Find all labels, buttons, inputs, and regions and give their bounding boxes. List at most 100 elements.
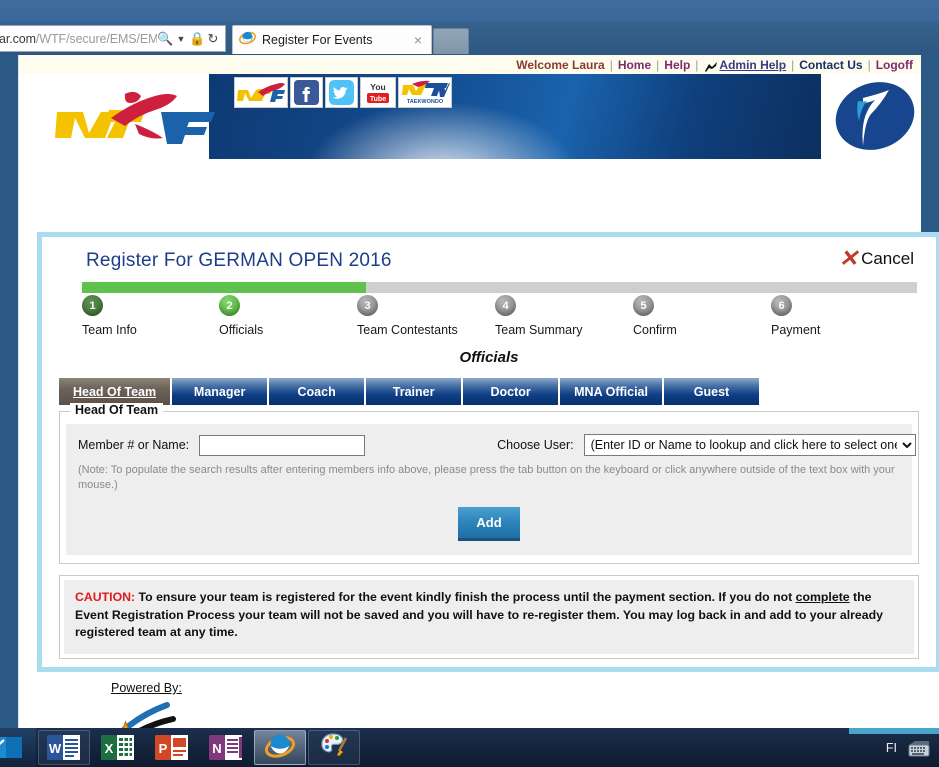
nav-link-admin-help[interactable]: Admin Help bbox=[719, 58, 786, 72]
web-page: Welcome Laura | Home | Help | Admin Help… bbox=[18, 55, 939, 728]
word-icon: W bbox=[47, 734, 81, 761]
step-label: Team Contestants bbox=[357, 323, 458, 337]
window-title-text bbox=[430, 3, 550, 17]
step-officials[interactable]: 2 Officials bbox=[219, 295, 263, 337]
step-payment[interactable]: 6 Payment bbox=[771, 295, 820, 337]
member-number-label: Member # or Name: bbox=[78, 438, 190, 452]
tab-head-of-team[interactable]: Head Of Team bbox=[59, 378, 172, 405]
address-bar[interactable]: ar.com/WTF/secure/EMS/EM! 🔍 ▼ 🔒 ↻ bbox=[0, 25, 226, 52]
taskbar-paint[interactable] bbox=[308, 730, 360, 765]
step-confirm[interactable]: 5 Confirm bbox=[633, 295, 677, 337]
caution-emphasis: complete bbox=[795, 589, 850, 604]
nav-separator: | bbox=[609, 57, 613, 72]
youtube-icon[interactable]: You Tube bbox=[360, 77, 396, 108]
nav-separator: | bbox=[791, 57, 795, 72]
taskbar-powerpoint[interactable]: P bbox=[146, 730, 198, 765]
svg-text:P: P bbox=[159, 741, 168, 756]
wtf-small-logo-badge[interactable] bbox=[234, 77, 288, 108]
paint-icon bbox=[319, 731, 349, 764]
utility-nav: Welcome Laura | Home | Help | Admin Help… bbox=[19, 55, 921, 74]
step-badge: 2 bbox=[219, 295, 240, 316]
step-label: Officials bbox=[219, 323, 264, 337]
progress-track bbox=[82, 282, 917, 293]
svg-text:X: X bbox=[105, 741, 114, 756]
choose-user-label: Choose User: bbox=[497, 438, 574, 452]
step-badge: 6 bbox=[771, 295, 792, 316]
nav-link-logoff[interactable]: Logoff bbox=[876, 58, 913, 72]
progress-fill bbox=[82, 282, 366, 293]
nav-link-contact-us[interactable]: Contact Us bbox=[799, 58, 862, 72]
window-title-bar bbox=[0, 0, 939, 22]
wtf-tv-icon[interactable]: TAEKWONDO bbox=[398, 77, 452, 108]
nav-separator: | bbox=[656, 57, 660, 72]
taskbar-corner-accent bbox=[849, 728, 939, 734]
add-button[interactable]: Add bbox=[458, 506, 520, 541]
choose-user-select[interactable]: (Enter ID or Name to lookup and click he… bbox=[583, 434, 916, 456]
keyboard-icon[interactable] bbox=[907, 739, 930, 757]
browser-chrome: ar.com/WTF/secure/EMS/EM! 🔍 ▼ 🔒 ↻ Regist… bbox=[0, 0, 939, 55]
windows-taskbar: W X P N FI bbox=[0, 728, 939, 767]
browser-tab-title: Register For Events bbox=[262, 33, 373, 47]
cancel-button-label: Cancel bbox=[861, 248, 914, 268]
taekwondo-kick-icon bbox=[703, 60, 719, 74]
nav-separator: | bbox=[695, 57, 699, 72]
refresh-icon[interactable]: ↻ bbox=[205, 31, 221, 47]
step-team-summary[interactable]: 4 Team Summary bbox=[495, 295, 583, 337]
registration-card: Register For GERMAN OPEN 2016 ✕ Cancel 1… bbox=[37, 232, 939, 707]
tab-manager[interactable]: Manager bbox=[172, 378, 269, 405]
taskbar-start-area[interactable] bbox=[0, 728, 36, 767]
member-lookup-row: Member # or Name: Choose User: (Enter ID… bbox=[78, 434, 916, 456]
tab-mna-official[interactable]: MNA Official bbox=[560, 378, 663, 405]
nav-link-home[interactable]: Home bbox=[618, 58, 651, 72]
tab-trainer[interactable]: Trainer bbox=[366, 378, 463, 405]
step-team-contestants[interactable]: 3 Team Contestants bbox=[357, 295, 458, 337]
step-label: Team Summary bbox=[495, 323, 583, 337]
powerpoint-icon: P bbox=[155, 734, 189, 761]
page-title: Register For GERMAN OPEN 2016 bbox=[86, 250, 392, 271]
taskbar-word[interactable]: W bbox=[38, 730, 90, 765]
excel-icon: X bbox=[101, 734, 135, 761]
step-team-info[interactable]: 1 Team Info bbox=[82, 295, 137, 337]
nav-link-help[interactable]: Help bbox=[664, 58, 690, 72]
officials-tab-row: Head Of Team Manager Coach Trainer Docto… bbox=[59, 378, 922, 405]
section-heading: Officials bbox=[459, 349, 519, 366]
taskbar-items: W X P N bbox=[36, 728, 360, 767]
browser-tab-register-for-events[interactable]: Register For Events × bbox=[232, 25, 432, 54]
tab-coach[interactable]: Coach bbox=[269, 378, 366, 405]
site-footer: Powered By: HANGASTAR bbox=[37, 672, 939, 728]
wtf-logo bbox=[49, 88, 219, 148]
facebook-icon[interactable] bbox=[290, 77, 323, 108]
progress-bar: 1 Team Info 2 Officials 3 Team Contestan… bbox=[82, 282, 917, 337]
svg-text:Tube: Tube bbox=[370, 96, 386, 103]
step-label: Confirm bbox=[633, 323, 677, 337]
magnifier-icon[interactable]: 🔍 bbox=[157, 31, 173, 47]
social-badges: You Tube TAEKWONDO bbox=[234, 77, 452, 108]
internet-explorer-icon bbox=[264, 730, 296, 765]
step-badge: 1 bbox=[82, 295, 103, 316]
welcome-text: Welcome Laura bbox=[516, 57, 605, 72]
head-of-team-panel: Head Of Team Member # or Name: Choose Us… bbox=[59, 403, 919, 564]
new-tab-button[interactable] bbox=[433, 28, 469, 54]
taskbar-language-indicator[interactable]: FI bbox=[886, 741, 897, 755]
tab-doctor[interactable]: Doctor bbox=[463, 378, 560, 405]
caret-down-icon[interactable]: ▼ bbox=[173, 34, 189, 44]
twitter-icon[interactable] bbox=[325, 77, 358, 108]
taskbar-excel[interactable]: X bbox=[92, 730, 144, 765]
powered-by-label: Powered By: bbox=[111, 681, 182, 695]
taskbar-onenote[interactable]: N bbox=[200, 730, 252, 765]
member-number-input[interactable] bbox=[199, 434, 366, 456]
hangastar-logo: HANGASTAR bbox=[97, 700, 212, 728]
close-icon[interactable]: × bbox=[411, 32, 425, 48]
padlock-icon: 🔒 bbox=[189, 30, 206, 46]
step-badge: 5 bbox=[633, 295, 654, 316]
page-viewport: Welcome Laura | Home | Help | Admin Help… bbox=[0, 55, 939, 728]
taskbar-internet-explorer[interactable] bbox=[254, 730, 306, 765]
address-bar-url: ar.com/WTF/secure/EMS/EM! bbox=[0, 31, 157, 46]
red-x-icon: ✕ bbox=[838, 245, 859, 271]
cancel-button[interactable]: ✕ Cancel bbox=[839, 247, 914, 270]
browser-tabstrip: Register For Events × bbox=[232, 25, 469, 55]
site-masthead: You Tube TAEKWONDO bbox=[19, 74, 921, 159]
onenote-icon: N bbox=[209, 734, 243, 761]
tab-guest[interactable]: Guest bbox=[663, 378, 760, 405]
step-label: Team Info bbox=[82, 323, 137, 337]
